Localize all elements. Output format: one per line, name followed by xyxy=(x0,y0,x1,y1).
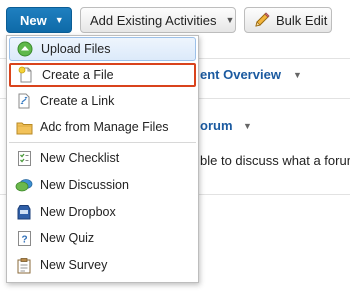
chevron-down-icon: ▼ xyxy=(225,15,235,25)
menu-item-label: New Discussion xyxy=(40,178,129,192)
new-file-icon xyxy=(17,66,35,84)
menu-item-label: Adc from Manage Files xyxy=(40,120,169,134)
menu-item-add-from-manage-files[interactable]: Adc from Manage Files xyxy=(9,115,196,139)
menu-item-label: Upload Files xyxy=(41,42,111,56)
dropbox-icon xyxy=(15,203,33,221)
folder-icon xyxy=(15,118,33,136)
new-button-label: New xyxy=(20,12,47,28)
checklist-icon xyxy=(15,149,33,167)
topic-description: ble to discuss what a forum xyxy=(200,153,350,168)
toolbar: New ▼ Add Existing Activities ▼ Bulk Edi… xyxy=(0,0,350,40)
menu-item-new-dropbox[interactable]: New Dropbox xyxy=(9,200,196,224)
discussion-icon xyxy=(15,176,33,194)
topic-heading[interactable]: orum xyxy=(200,118,233,133)
menu-separator xyxy=(9,142,196,143)
menu-item-upload-files[interactable]: Upload Files xyxy=(9,37,196,61)
chevron-down-icon[interactable]: ▼ xyxy=(243,121,252,131)
chevron-down-icon: ▼ xyxy=(54,15,64,25)
menu-item-label: New Checklist xyxy=(40,151,120,165)
menu-item-new-survey[interactable]: New Survey xyxy=(9,253,196,277)
menu-item-label: New Dropbox xyxy=(40,205,116,219)
new-dropdown-menu: Upload Files Create a File Create a Link xyxy=(6,35,199,283)
chevron-down-icon[interactable]: ▼ xyxy=(293,70,302,80)
menu-item-label: New Survey xyxy=(40,258,108,272)
survey-icon xyxy=(15,256,33,274)
pencil-icon xyxy=(255,12,270,27)
section-heading[interactable]: ent Overview xyxy=(200,67,281,82)
menu-item-label: Create a File xyxy=(42,68,114,82)
add-existing-activities-button[interactable]: Add Existing Activities ▼ xyxy=(80,7,236,33)
bulk-edit-label: Bulk Edit xyxy=(276,12,328,28)
menu-item-label: Create a Link xyxy=(40,94,115,108)
menu-item-new-checklist[interactable]: New Checklist xyxy=(9,146,196,170)
bulk-edit-button[interactable]: Bulk Edit xyxy=(244,7,332,33)
svg-text:?: ? xyxy=(21,234,27,245)
quiz-icon: ? xyxy=(15,229,33,247)
new-button[interactable]: New ▼ xyxy=(6,7,72,33)
add-existing-activities-label: Add Existing Activities xyxy=(90,12,217,28)
menu-item-new-quiz[interactable]: ? New Quiz xyxy=(9,226,196,250)
upload-icon xyxy=(16,40,34,58)
menu-item-create-a-file[interactable]: Create a File xyxy=(9,63,196,87)
menu-item-label: New Quiz xyxy=(40,231,95,245)
link-icon xyxy=(15,92,33,110)
menu-item-create-a-link[interactable]: Create a Link xyxy=(9,89,196,113)
menu-item-new-discussion[interactable]: New Discussion xyxy=(9,173,196,197)
